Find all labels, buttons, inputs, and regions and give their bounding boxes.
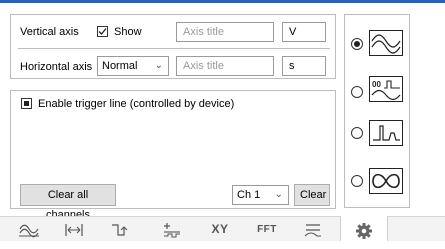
checkmark-icon — [98, 28, 107, 35]
tab-math[interactable] — [155, 218, 189, 241]
tab-horizontal-measure[interactable] — [57, 218, 91, 241]
window-top-accent — [0, 0, 445, 3]
mode-pulse-radio[interactable] — [351, 127, 363, 139]
pulse-sine-overlay-icon: 00 — [369, 76, 403, 102]
horizontal-scale-select[interactable]: Normal ⌄ — [97, 56, 169, 76]
enable-trigger-checkbox[interactable] — [21, 98, 32, 109]
filter-tab-icon — [304, 224, 321, 237]
show-label: Show — [114, 26, 142, 38]
show-checkbox[interactable] — [97, 26, 108, 37]
enable-trigger-label: Enable trigger line (controlled by devic… — [38, 98, 235, 110]
chevron-down-icon: ⌄ — [154, 60, 163, 71]
channel-select[interactable]: Ch 1 ⌄ — [232, 185, 289, 205]
filled-check-icon — [24, 101, 29, 106]
mode-sine-radio[interactable] — [351, 38, 363, 50]
waveform-tab-icon — [19, 224, 39, 238]
vertical-axis-title-input[interactable] — [176, 22, 274, 42]
clear-button[interactable]: Clear — [294, 184, 330, 206]
trigger-tab-icon — [112, 224, 128, 236]
pulse-icon — [369, 120, 403, 146]
sine-wave-icon — [369, 30, 403, 56]
horizontal-scale-value: Normal — [102, 60, 138, 72]
tab-trigger[interactable] — [103, 218, 137, 241]
tab-settings[interactable] — [347, 218, 381, 241]
mode-infinity-radio[interactable] — [351, 175, 363, 187]
horizontal-axis-title-input[interactable] — [176, 56, 274, 76]
horizontal-axis-label: Horizontal axis — [20, 61, 93, 73]
tab-xy[interactable]: XY — [203, 218, 237, 241]
axes-divider — [18, 48, 330, 49]
display-mode-digits: 00 — [372, 80, 381, 89]
mode-pulse-sine-radio[interactable] — [351, 86, 363, 98]
horizontal-measure-tab-icon — [65, 224, 83, 236]
vertical-axis-unit-input[interactable] — [282, 22, 326, 42]
clear-all-channels-button[interactable]: Clear all channels — [20, 184, 116, 221]
settings-gear-icon — [356, 223, 372, 239]
tab-waveform[interactable] — [12, 218, 46, 241]
math-tab-icon — [164, 223, 180, 238]
tab-fft[interactable]: FFT — [250, 218, 284, 241]
vertical-axis-label: Vertical axis — [20, 26, 79, 38]
horizontal-axis-unit-input[interactable] — [282, 56, 326, 76]
tab-filter[interactable] — [296, 218, 330, 241]
chevron-down-icon: ⌄ — [274, 189, 283, 200]
channel-select-value: Ch 1 — [237, 189, 261, 201]
infinity-loop-icon — [369, 168, 403, 194]
